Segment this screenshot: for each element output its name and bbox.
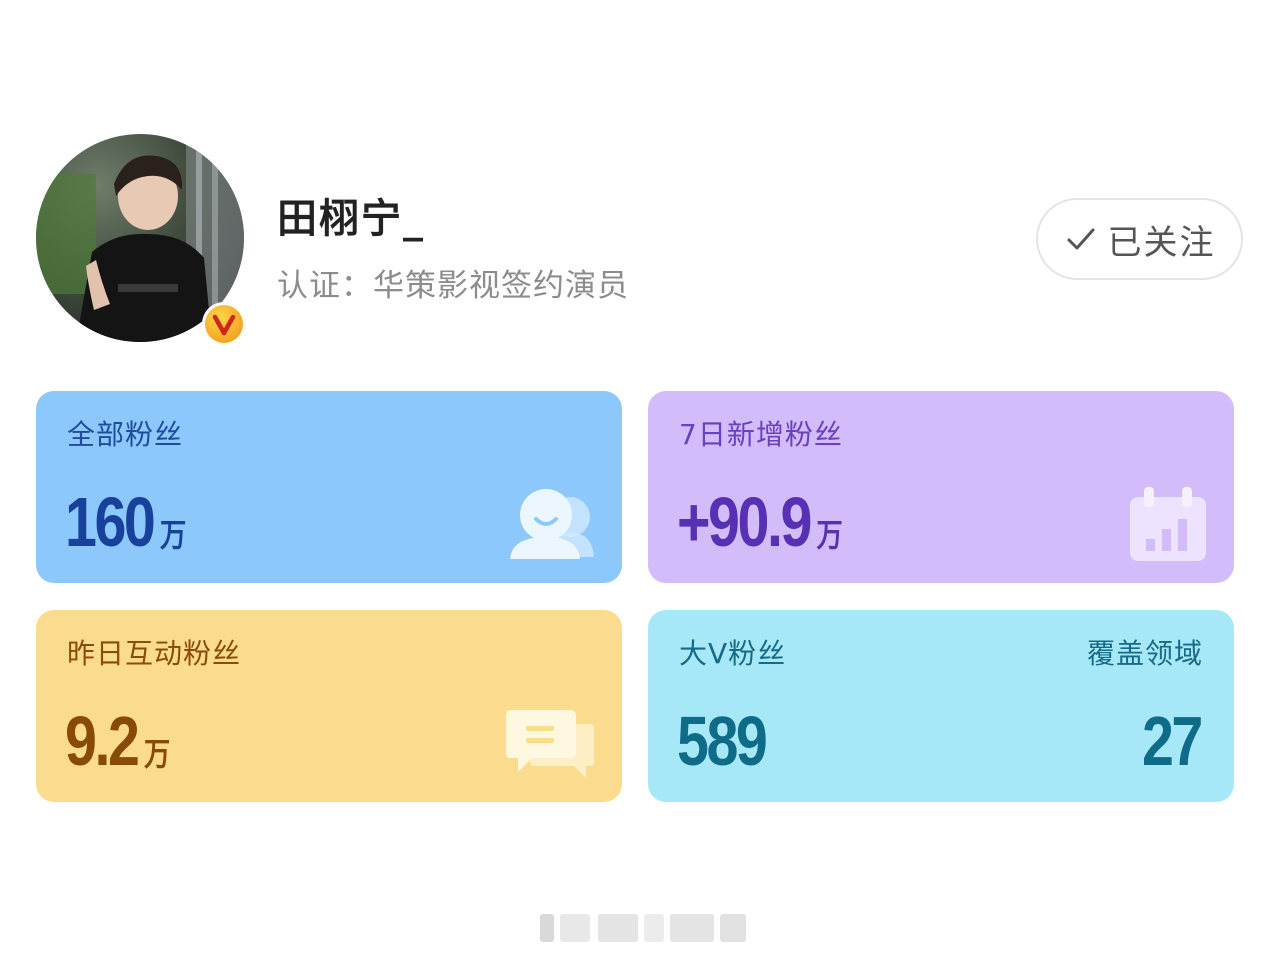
verified-badge: [202, 302, 246, 346]
interactive-fans-card[interactable]: 昨日互动粉丝 9.2 万: [36, 610, 622, 802]
big-v-fans-title: 大V粉丝: [679, 637, 787, 670]
all-fans-unit: 万: [159, 517, 187, 553]
big-v-fans-value: 589: [677, 702, 768, 780]
all-fans-card[interactable]: 全部粉丝 160 万: [36, 391, 622, 583]
new-fans-title: 7日新增粉丝: [679, 418, 843, 451]
all-fans-title: 全部粉丝: [67, 418, 184, 451]
watermark: [540, 908, 746, 946]
fans-icon: [510, 489, 594, 559]
avatar-container[interactable]: [36, 134, 246, 346]
new-fans-unit: 万: [816, 517, 843, 553]
all-fans-number: 160: [65, 483, 156, 561]
big-v-fans-card[interactable]: 大V粉丝 覆盖领域 589 27: [648, 610, 1234, 802]
new-fans-number: +90.9: [677, 483, 812, 561]
new-fans-value: +90.9 万: [677, 487, 843, 557]
check-icon: [1067, 228, 1094, 250]
username: 田栩宁_: [277, 196, 425, 242]
interactive-fans-title: 昨日互动粉丝: [67, 637, 242, 670]
certification-text: 认证：华策影视签约演员: [277, 268, 629, 304]
calendar-chart-icon: [1130, 487, 1206, 561]
all-fans-value: 160 万: [65, 487, 186, 557]
follow-button[interactable]: 已关注: [1036, 198, 1243, 280]
interactive-fans-unit: 万: [143, 736, 171, 772]
verified-v-icon: [212, 314, 236, 336]
interactive-fans-number: 9.2: [65, 702, 140, 780]
chat-icon: [506, 710, 594, 778]
interactive-fans-value: 9.2 万: [65, 706, 170, 776]
new-fans-card[interactable]: 7日新增粉丝 +90.9 万: [648, 391, 1234, 583]
coverage-title: 覆盖领域: [1086, 637, 1203, 670]
follow-button-label: 已关注: [1107, 222, 1216, 263]
coverage-value: 27: [1142, 702, 1203, 780]
profile-header: 田栩宁_ 认证：华策影视签约演员 已关注: [36, 134, 1246, 349]
